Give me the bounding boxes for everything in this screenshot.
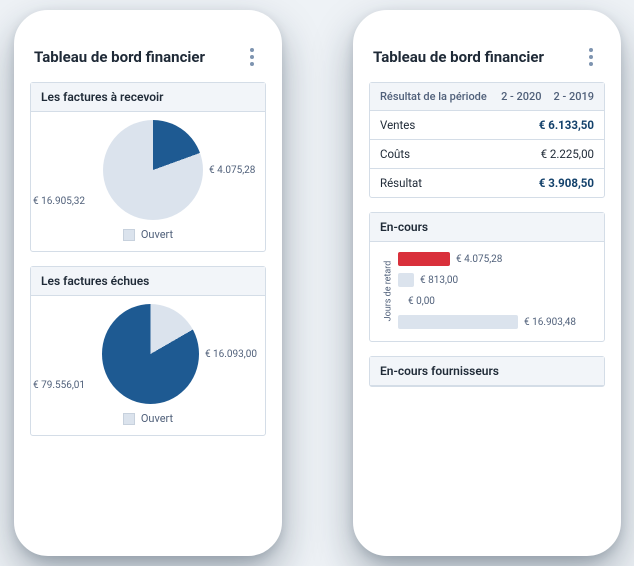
- row-value: € 6.133,50: [539, 118, 594, 132]
- more-options-button[interactable]: [585, 44, 597, 70]
- bar-yaxis-label: Jours de retard: [378, 250, 398, 331]
- bar-segment: [398, 294, 402, 308]
- period-col-1: 2 - 2020: [501, 90, 541, 103]
- pie-minor-value: € 16.093,00: [205, 349, 257, 360]
- legend-label: Ouvert: [141, 412, 173, 425]
- card-encours: En-cours Jours de retard € 4.075,28 € 81…: [369, 212, 605, 342]
- card-header: Les factures échues: [31, 267, 265, 296]
- legend-label: Ouvert: [141, 228, 173, 241]
- pie-major-value: € 79.556,01: [33, 380, 85, 391]
- row-label: Ventes: [380, 118, 415, 132]
- bar-row: € 4.075,28: [398, 252, 596, 266]
- more-options-button[interactable]: [246, 44, 258, 70]
- pie-chart-receivables: [103, 120, 203, 220]
- table-row-sales: Ventes € 6.133,50: [370, 111, 604, 140]
- pie-legend: Ouvert: [39, 220, 257, 241]
- pie-minor-value: € 4.075,28: [209, 165, 255, 176]
- table-header-label: Résultat de la période: [380, 90, 487, 103]
- bar-row: € 0,00: [398, 294, 596, 308]
- bar-value: € 4.075,28: [456, 254, 502, 265]
- bar-chart-encours: € 4.075,28 € 813,00 € 0,00: [398, 250, 596, 331]
- card-overdue: Les factures échues € 79.556,01 € 16.093…: [30, 266, 266, 436]
- page-title: Tableau de bord financier: [34, 48, 205, 66]
- legend-swatch-icon: [123, 229, 135, 241]
- card-period-result: Résultat de la période 2 - 2020 2 - 2019…: [369, 82, 605, 198]
- card-header: En-cours fournisseurs: [370, 357, 604, 386]
- row-label: Coûts: [380, 147, 410, 161]
- bar-row: € 16.903,48: [398, 315, 596, 329]
- card-header: Les factures à recevoir: [31, 83, 265, 112]
- card-suppliers: En-cours fournisseurs: [369, 356, 605, 387]
- card-header: En-cours: [370, 213, 604, 242]
- page-title: Tableau de bord financier: [373, 48, 544, 66]
- bar-value: € 16.903,48: [524, 317, 576, 328]
- table-row-costs: Coûts € 2.225,00: [370, 140, 604, 169]
- bar-row: € 813,00: [398, 273, 596, 287]
- period-col-2: 2 - 2019: [554, 90, 594, 103]
- phone-right: Tableau de bord financier Résultat de la…: [353, 10, 621, 556]
- row-value: € 2.225,00: [541, 147, 594, 161]
- legend-swatch-icon: [123, 413, 135, 425]
- row-label: Résultat: [380, 176, 422, 190]
- phone-left: Tableau de bord financier Les factures à…: [14, 10, 282, 556]
- bar-value: € 813,00: [420, 275, 458, 286]
- bar-segment: [398, 252, 450, 266]
- bar-segment: [398, 315, 518, 329]
- device-notch: [427, 10, 547, 32]
- card-receivables: Les factures à recevoir € 16.905,32 € 4.…: [30, 82, 266, 252]
- bar-segment: [398, 273, 414, 287]
- pie-major-value: € 16.905,32: [33, 196, 85, 207]
- table-header-row: Résultat de la période 2 - 2020 2 - 2019: [370, 83, 604, 111]
- device-notch: [88, 10, 208, 32]
- pie-legend: Ouvert: [39, 404, 257, 425]
- pie-chart-overdue: [102, 304, 199, 404]
- bar-value: € 0,00: [408, 296, 435, 307]
- row-value: € 3.908,50: [539, 176, 594, 190]
- table-row-result: Résultat € 3.908,50: [370, 169, 604, 197]
